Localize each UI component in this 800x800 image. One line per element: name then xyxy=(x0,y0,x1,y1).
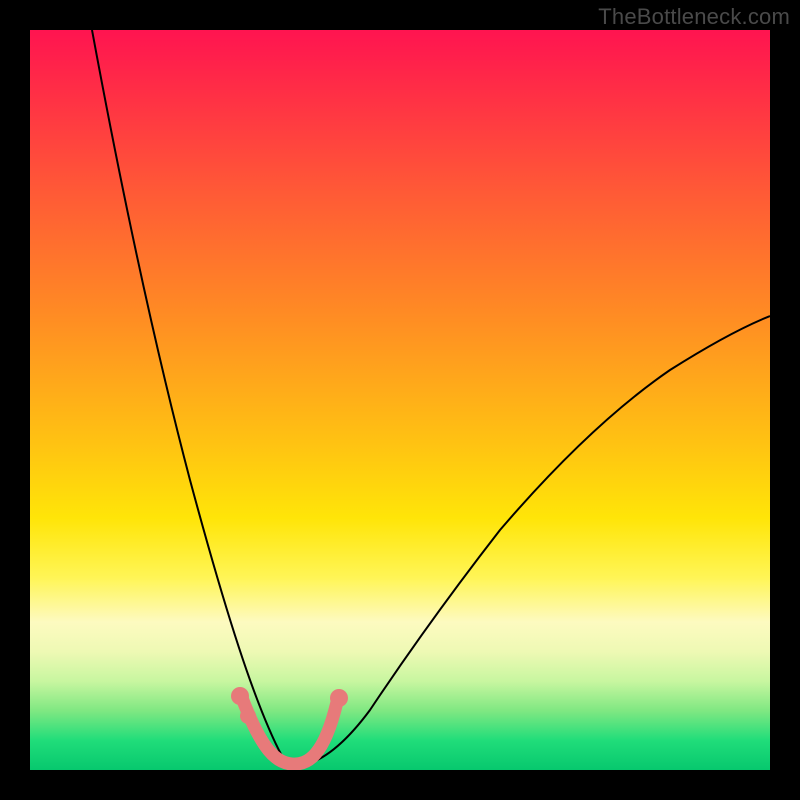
left-branch-curve xyxy=(92,30,296,766)
plot-area xyxy=(30,30,770,770)
watermark-text: TheBottleneck.com xyxy=(598,4,790,30)
chart-frame: TheBottleneck.com xyxy=(0,0,800,800)
left-knee-marker-2 xyxy=(240,708,256,724)
left-knee-marker-1 xyxy=(231,687,249,705)
right-knee-marker xyxy=(330,689,348,707)
curve-layer xyxy=(30,30,770,770)
optimal-region-curve xyxy=(242,698,337,764)
right-branch-curve xyxy=(296,316,770,766)
